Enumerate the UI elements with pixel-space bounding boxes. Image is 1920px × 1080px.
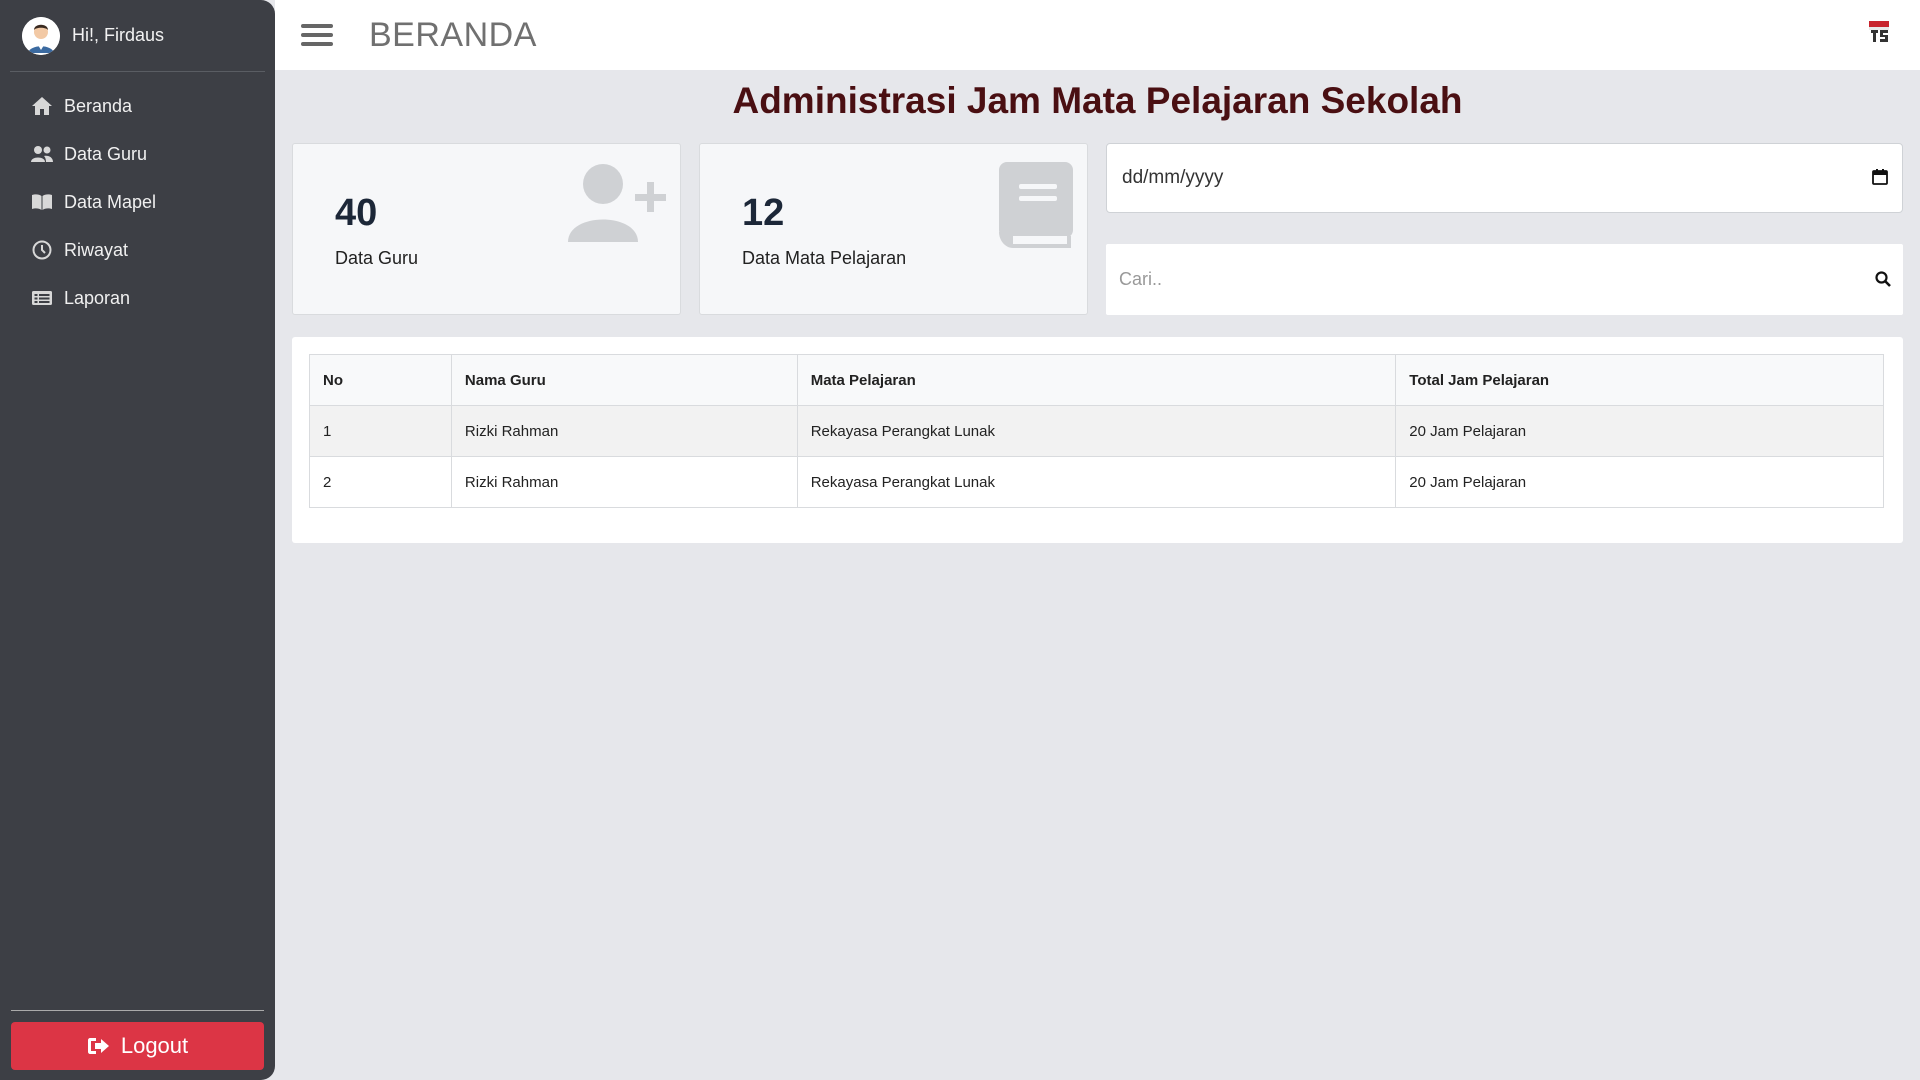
- table-cell: 2: [309, 456, 452, 508]
- sign-out-icon: [87, 1038, 109, 1054]
- avatar[interactable]: [22, 16, 60, 55]
- page-title: BERANDA: [369, 15, 537, 54]
- sidebar-item-riwayat[interactable]: Riwayat: [0, 226, 275, 274]
- user-plus-icon: [568, 164, 666, 242]
- user-profile: Hi!, Firdaus: [10, 0, 265, 72]
- book-open-icon: [30, 191, 54, 213]
- table-cell: 1: [309, 405, 452, 457]
- sidebar-footer: Logout: [11, 1010, 264, 1070]
- date-field[interactable]: dd/mm/yyyy: [1106, 143, 1903, 213]
- column-header: Total Jam Pelajaran: [1395, 354, 1884, 406]
- column-header: No: [309, 354, 452, 406]
- stat-card-guru: 40 Data Guru: [292, 143, 681, 315]
- table-panel: No Nama Guru Mata Pelajaran Total Jam Pe…: [292, 337, 1903, 543]
- topbar: BERANDA: [275, 0, 1920, 70]
- book-icon: [999, 162, 1073, 248]
- sidebar-item-label: Riwayat: [64, 239, 129, 260]
- sidebar-item-laporan[interactable]: Laporan: [0, 274, 275, 322]
- users-icon: [30, 143, 54, 165]
- stat-label: Data Mata Pelajaran: [742, 248, 907, 268]
- sidebar-item-label: Laporan: [64, 287, 131, 308]
- main-heading: Administrasi Jam Mata Pelajaran Sekolah: [732, 80, 1463, 121]
- table-cell: Rizki Rahman: [450, 456, 798, 508]
- search-icon[interactable]: [1875, 271, 1891, 287]
- home-icon: [30, 95, 54, 117]
- sidebar-item-label: Beranda: [64, 95, 133, 116]
- user-greeting: Hi!, Firdaus: [72, 25, 165, 45]
- list-icon: [30, 287, 54, 309]
- logout-button[interactable]: Logout: [11, 1022, 264, 1070]
- sidebar: Hi!, Firdaus Beranda Data Guru Data Mape…: [0, 0, 275, 1080]
- table-cell: Rizki Rahman: [450, 405, 798, 457]
- clock-icon: [30, 239, 54, 261]
- calendar-icon[interactable]: [1872, 169, 1888, 185]
- search-placeholder: Cari..: [1119, 269, 1163, 289]
- user-avatar-icon: [22, 16, 60, 55]
- sidebar-nav: Beranda Data Guru Data Mapel Riwayat Lap…: [0, 82, 275, 322]
- stat-card-mapel: 12 Data Mata Pelajaran: [699, 143, 1088, 315]
- table-row[interactable]: 1 Rizki Rahman Rekayasa Perangkat Lunak …: [309, 405, 1884, 457]
- table-row[interactable]: 2 Rizki Rahman Rekayasa Perangkat Lunak …: [309, 456, 1884, 508]
- table-cell: Rekayasa Perangkat Lunak: [796, 405, 1397, 457]
- date-placeholder: dd/mm/yyyy: [1122, 167, 1224, 188]
- brand-logo-icon: [1869, 21, 1889, 42]
- search-input[interactable]: Cari..: [1106, 244, 1903, 315]
- column-header: Mata Pelajaran: [796, 354, 1397, 406]
- table-cell: Rekayasa Perangkat Lunak: [796, 456, 1397, 508]
- stat-value: 12: [742, 192, 785, 234]
- sidebar-item-data-guru[interactable]: Data Guru: [0, 130, 275, 178]
- column-header: Nama Guru: [450, 354, 798, 406]
- table-cell: 20 Jam Pelajaran: [1395, 405, 1884, 457]
- sidebar-item-beranda[interactable]: Beranda: [0, 82, 275, 130]
- table-cell: 20 Jam Pelajaran: [1395, 456, 1884, 508]
- table-header-row: No Nama Guru Mata Pelajaran Total Jam Pe…: [309, 354, 1884, 406]
- sidebar-item-label: Data Mapel: [64, 191, 157, 212]
- sidebar-item-label: Data Guru: [64, 143, 148, 164]
- stat-value: 40: [335, 192, 378, 234]
- data-table: No Nama Guru Mata Pelajaran Total Jam Pe…: [309, 354, 1884, 508]
- stat-label: Data Guru: [335, 248, 419, 268]
- menu-toggle-icon[interactable]: [301, 19, 333, 51]
- logout-label: Logout: [120, 1033, 189, 1058]
- sidebar-item-data-mapel[interactable]: Data Mapel: [0, 178, 275, 226]
